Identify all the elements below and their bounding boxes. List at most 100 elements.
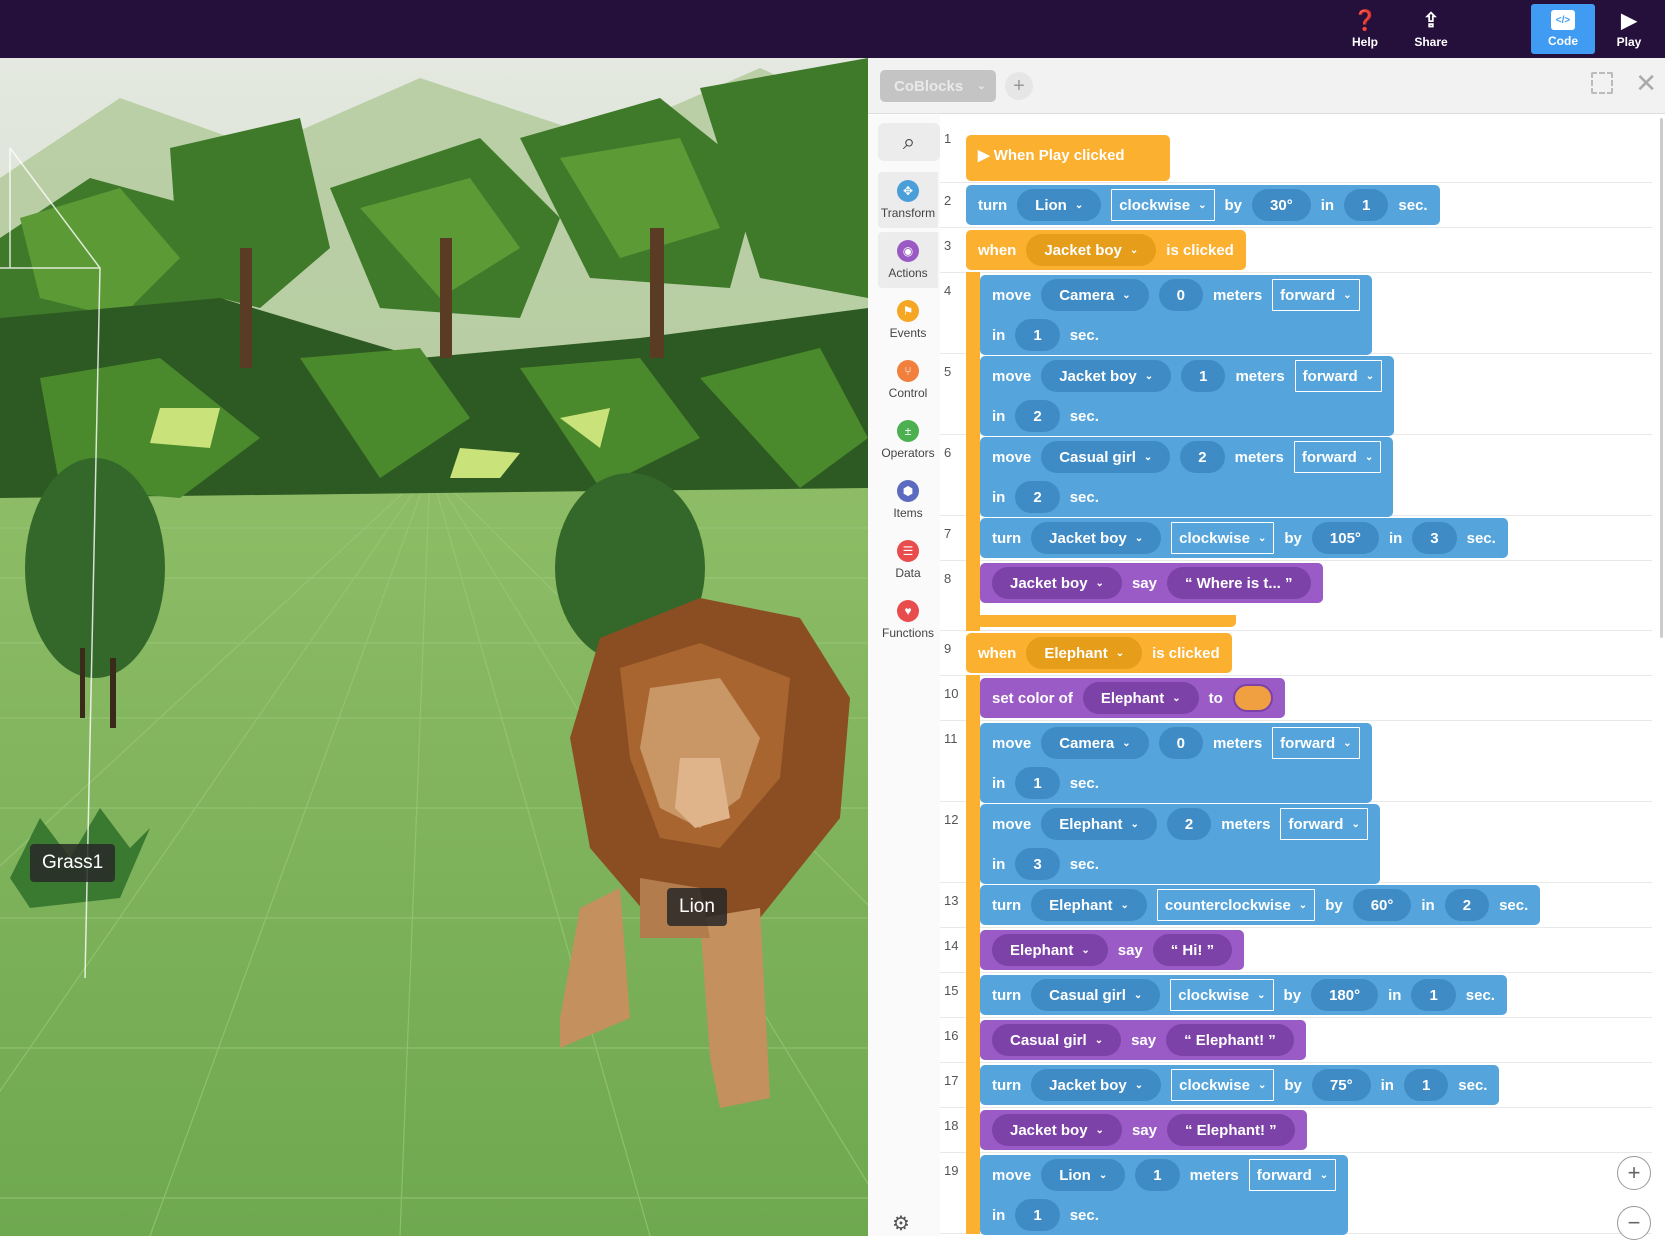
project-select[interactable]: CoBlocks ⌄ — [880, 70, 996, 102]
object-dropdown[interactable]: Elephant ⌄ — [1041, 808, 1157, 840]
color-picker[interactable] — [1232, 684, 1273, 712]
value-input[interactable]: 2 — [1444, 889, 1490, 921]
object-dropdown[interactable]: Camera ⌄ — [1041, 279, 1149, 311]
object-dropdown[interactable]: Lion ⌄ — [1041, 1159, 1126, 1191]
category-items[interactable]: ⬢ Items — [878, 472, 938, 528]
direction-dropdown[interactable]: clockwise ⌄ — [1111, 189, 1215, 221]
object-dropdown[interactable]: Jacket boy ⌄ — [1031, 1069, 1162, 1101]
value-input[interactable]: 1 — [1411, 979, 1456, 1011]
value-input[interactable]: 1 — [1015, 1199, 1060, 1231]
category-functions[interactable]: ♥ Functions — [878, 592, 938, 648]
blue-block[interactable]: turn Jacket boy ⌄ clockwise ⌄ by 105° in 3 sec. — [980, 518, 1508, 558]
orange-block[interactable]: when Jacket boy ⌄ is clicked — [966, 230, 1246, 270]
value-input[interactable]: 2 — [1166, 808, 1212, 840]
value-input[interactable]: 75° — [1311, 1069, 1371, 1101]
block-row: in 2 sec. — [992, 396, 1382, 436]
blue-block[interactable]: move Elephant ⌄ 2 meters forward ⌄ in 3 sec. — [980, 804, 1380, 884]
object-label-lion[interactable]: Lion — [667, 888, 727, 926]
direction-dropdown[interactable]: forward ⌄ — [1294, 360, 1383, 392]
object-dropdown[interactable]: Jacket boy ⌄ — [992, 567, 1122, 599]
value-input[interactable]: 2 — [1180, 441, 1225, 473]
value-input[interactable]: 105° — [1311, 522, 1379, 554]
value-input[interactable]: 3 — [1015, 848, 1060, 880]
direction-dropdown[interactable]: forward ⌄ — [1272, 727, 1360, 759]
search-button[interactable]: ⌕ — [878, 123, 940, 161]
value-input[interactable]: 2 — [1015, 481, 1060, 513]
value-input[interactable]: “ Elephant! ” — [1166, 1114, 1295, 1146]
value-input[interactable]: 0 — [1158, 727, 1203, 759]
code-button[interactable]: </> Code — [1531, 4, 1595, 54]
blue-block[interactable]: move Casual girl ⌄ 2 meters forward ⌄ in 2 sec. — [980, 437, 1394, 517]
zoom-in-button[interactable]: + — [1617, 1156, 1651, 1190]
object-dropdown[interactable]: Casual girl ⌄ — [1031, 979, 1161, 1011]
purple-block[interactable]: Elephant ⌄ say “ Hi! ” — [980, 930, 1245, 970]
value-input[interactable]: 1 — [1015, 319, 1060, 351]
blue-block[interactable]: turn Elephant ⌄ counterclockwise ⌄ by 60° in 2 se… — [980, 885, 1541, 925]
add-tab-button[interactable]: + — [1005, 72, 1033, 100]
scrollbar[interactable] — [1660, 118, 1663, 638]
purple-block[interactable]: set color of Elephant ⌄ to — [980, 678, 1285, 718]
direction-dropdown[interactable]: forward ⌄ — [1248, 1159, 1337, 1191]
share-button[interactable]: ⇪ Share — [1399, 4, 1463, 54]
value-input[interactable]: 0 — [1158, 279, 1203, 311]
category-events[interactable]: ⚑ Events — [878, 292, 938, 348]
direction-dropdown[interactable]: clockwise ⌄ — [1171, 1069, 1275, 1101]
object-label-grass[interactable]: Grass1 — [30, 844, 116, 882]
object-dropdown[interactable]: Elephant ⌄ — [992, 934, 1108, 966]
direction-dropdown[interactable]: clockwise ⌄ — [1171, 522, 1275, 554]
blue-block[interactable]: move Camera ⌄ 0 meters forward ⌄ in 1 sec. — [980, 275, 1372, 355]
value-input[interactable]: “ Where is t... ” — [1166, 567, 1311, 599]
purple-block[interactable]: Jacket boy ⌄ say “ Where is t... ” — [980, 563, 1323, 603]
object-dropdown[interactable]: Elephant ⌄ — [1026, 637, 1143, 669]
object-dropdown[interactable]: Jacket boy ⌄ — [1031, 522, 1162, 554]
purple-block[interactable]: Jacket boy ⌄ say “ Elephant! ” — [980, 1110, 1307, 1150]
value-input[interactable]: 30° — [1252, 189, 1311, 221]
object-dropdown[interactable]: Jacket boy ⌄ — [1041, 360, 1172, 392]
category-transform[interactable]: ✥ Transform — [878, 172, 938, 228]
blue-block[interactable]: turn Lion ⌄ clockwise ⌄ by 30° in 1 sec. — [966, 185, 1440, 225]
value-input[interactable]: “ Hi! ” — [1152, 934, 1233, 966]
value-input[interactable]: 60° — [1352, 889, 1412, 921]
value-input[interactable]: 1 — [1181, 360, 1226, 392]
value-input[interactable]: 1 — [1015, 767, 1060, 799]
value-input[interactable]: “ Elephant! ” — [1166, 1024, 1294, 1056]
value-input[interactable]: 1 — [1344, 189, 1389, 221]
value-input[interactable]: 2 — [1015, 400, 1060, 432]
value-input[interactable]: 180° — [1311, 979, 1379, 1011]
blue-block[interactable]: turn Casual girl ⌄ clockwise ⌄ by 180° in 1 sec. — [980, 975, 1507, 1015]
object-dropdown[interactable]: Casual girl ⌄ — [1041, 441, 1171, 473]
3d-scene-viewport[interactable]: Grass1 Lion — [0, 58, 868, 1236]
direction-dropdown[interactable]: forward ⌄ — [1293, 441, 1382, 473]
settings-gear-icon[interactable]: ⚙ — [892, 1211, 910, 1236]
blue-block[interactable]: turn Jacket boy ⌄ clockwise ⌄ by 75° in 1 sec. — [980, 1065, 1500, 1105]
direction-dropdown[interactable]: forward ⌄ — [1280, 808, 1368, 840]
object-dropdown[interactable]: Camera ⌄ — [1041, 727, 1149, 759]
help-button[interactable]: ❓ Help — [1333, 4, 1397, 54]
value-input[interactable]: 1 — [1135, 1159, 1180, 1191]
category-control[interactable]: ⑂ Control — [878, 352, 938, 408]
blue-block[interactable]: move Lion ⌄ 1 meters forward ⌄ in 1 sec. — [980, 1155, 1349, 1235]
category-operators[interactable]: ± Operators — [878, 412, 938, 468]
orange-block[interactable]: when Elephant ⌄ is clicked — [966, 633, 1232, 673]
direction-dropdown[interactable]: clockwise ⌄ — [1170, 979, 1274, 1011]
object-dropdown[interactable]: Jacket boy ⌄ — [992, 1114, 1122, 1146]
purple-block[interactable]: Casual girl ⌄ say “ Elephant! ” — [980, 1020, 1306, 1060]
blue-block[interactable]: move Camera ⌄ 0 meters forward ⌄ in 1 sec. — [980, 723, 1372, 803]
direction-dropdown[interactable]: counterclockwise ⌄ — [1156, 889, 1316, 921]
direction-dropdown[interactable]: forward ⌄ — [1272, 279, 1360, 311]
object-dropdown[interactable]: Lion ⌄ — [1017, 189, 1102, 221]
play-button[interactable]: ▶ Play — [1597, 4, 1661, 54]
object-dropdown[interactable]: Casual girl ⌄ — [992, 1024, 1122, 1056]
category-actions[interactable]: ◉ Actions — [878, 232, 938, 288]
object-dropdown[interactable]: Jacket boy ⌄ — [1026, 234, 1157, 266]
object-dropdown[interactable]: Elephant ⌄ — [1082, 682, 1199, 714]
event-hat-block[interactable]: ▶ When Play clicked — [966, 135, 1170, 181]
value-input[interactable]: 3 — [1412, 522, 1457, 554]
category-data[interactable]: ☰ Data — [878, 532, 938, 588]
blue-block[interactable]: move Jacket boy ⌄ 1 meters forward ⌄ in 2 sec. — [980, 356, 1395, 436]
object-dropdown[interactable]: Elephant ⌄ — [1031, 889, 1147, 921]
value-input[interactable]: 1 — [1403, 1069, 1449, 1101]
fullscreen-icon[interactable] — [1591, 72, 1613, 94]
zoom-out-button[interactable]: − — [1617, 1206, 1651, 1240]
close-icon[interactable]: ✕ — [1635, 68, 1657, 99]
